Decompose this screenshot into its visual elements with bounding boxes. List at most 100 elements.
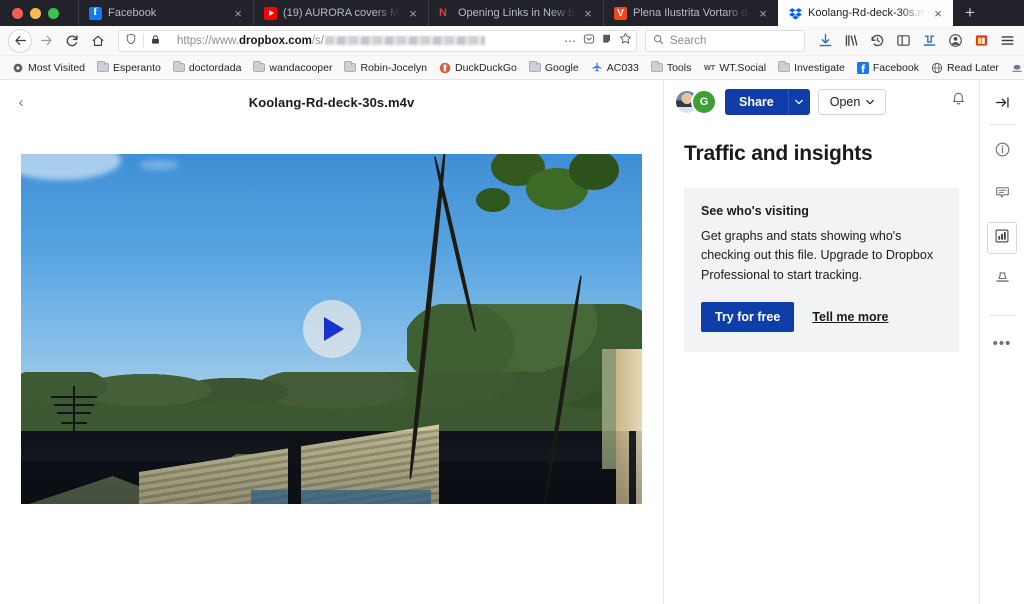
forward-button[interactable] — [34, 29, 58, 53]
browser-tab-dropbox[interactable]: Koolang-Rd-deck-30s.m4v × — [778, 0, 953, 26]
search-bar[interactable]: Search — [645, 29, 805, 52]
tell-me-more-link[interactable]: Tell me more — [812, 310, 888, 324]
page-title: Koolang-Rd-deck-30s.m4v — [248, 94, 415, 110]
library-icon[interactable] — [843, 32, 860, 49]
collapse-panel-button[interactable] — [980, 80, 1024, 124]
browser-tab-opening-links[interactable]: N Opening Links in New Browser × — [428, 0, 603, 26]
comments-button[interactable] — [987, 179, 1017, 211]
url-text: https://www. dropbox.com/s/ — [177, 35, 564, 47]
open-button[interactable]: Open — [817, 89, 887, 115]
house-eave — [602, 349, 616, 469]
bookmark-tools[interactable]: Tools — [645, 60, 698, 74]
video-player[interactable] — [21, 154, 642, 504]
folder-icon — [253, 60, 266, 74]
close-tab-button[interactable]: × — [756, 7, 770, 20]
insights-panel: G Share Open Traffic and insights See wh… — [664, 80, 979, 604]
tab-strip: Facebook × (19) AURORA covers Massive A … — [0, 0, 1024, 26]
try-for-free-button[interactable]: Try for free — [701, 302, 795, 333]
new-tab-button[interactable]: + — [953, 0, 987, 26]
more-options-button[interactable]: ••• — [987, 327, 1017, 359]
minimize-window-button[interactable] — [30, 7, 41, 19]
bookmark-label: Most Visited — [28, 61, 85, 74]
bookmark-ac033[interactable]: AC033 — [585, 62, 645, 74]
notifications-button[interactable] — [950, 91, 967, 113]
ellipsis-icon[interactable]: ⋯ — [564, 35, 577, 47]
bookmark-google[interactable]: Google — [523, 60, 585, 74]
covid-icon — [1011, 62, 1023, 74]
duckduckgo-icon — [439, 62, 451, 74]
reader-icon[interactable] — [601, 32, 613, 50]
bookmark-label: WT.Social — [719, 61, 767, 74]
play-button[interactable] — [302, 300, 361, 358]
address-bar[interactable]: https://www. dropbox.com/s/ ⋯ — [118, 29, 637, 52]
browser-tab-vortaro[interactable]: V Plena Ilustrita Vortaro de Esper × — [603, 0, 778, 26]
signature-icon — [994, 270, 1011, 292]
history-icon[interactable] — [869, 32, 886, 49]
bookmark-wt-social[interactable]: WT WT.Social — [697, 62, 772, 74]
bookmark-read-later[interactable]: Read Later — [925, 62, 1005, 74]
share-button[interactable]: Share — [725, 89, 788, 115]
reload-button[interactable] — [60, 29, 84, 53]
bookmark-label: DuckDuckGo — [455, 61, 517, 74]
bookmark-label: Facebook — [872, 61, 919, 74]
file-info-button[interactable] — [987, 136, 1017, 168]
bookmark-facebook[interactable]: Facebook — [851, 61, 925, 74]
bookmark-esperanto[interactable]: Esperanto — [91, 60, 167, 74]
share-dropdown-button[interactable] — [787, 89, 810, 115]
bookmark-label: wandacooper — [269, 61, 333, 74]
facebook-icon — [89, 6, 102, 20]
wt-icon: WT — [703, 63, 715, 72]
menu-icon[interactable] — [999, 32, 1016, 49]
comment-icon — [994, 184, 1011, 206]
folder-icon — [97, 60, 109, 74]
star-icon[interactable] — [619, 32, 632, 50]
avatar[interactable]: G — [691, 89, 717, 115]
ellipsis-icon: ••• — [992, 334, 1012, 352]
bookmark-wandacooper[interactable]: wandacooper — [247, 60, 338, 74]
close-tab-button[interactable]: × — [581, 7, 595, 20]
search-input[interactable]: Search — [670, 35, 706, 47]
close-tab-button[interactable]: × — [231, 7, 245, 20]
browser-tab-facebook[interactable]: Facebook × — [78, 0, 253, 26]
toolbar-icons — [807, 32, 1016, 49]
downloads-icon[interactable] — [817, 32, 834, 49]
folder-icon — [778, 60, 791, 74]
bookmark-duckduckgo[interactable]: DuckDuckGo — [433, 62, 523, 74]
upsell-card: See who's visiting Get graphs and stats … — [684, 188, 959, 353]
home-button[interactable] — [86, 29, 110, 53]
file-viewer: ‹ Koolang-Rd-deck-30s.m4v — [0, 80, 664, 604]
zoom-window-button[interactable] — [48, 7, 59, 19]
browser-tab-youtube[interactable]: (19) AURORA covers Massive A × — [253, 0, 428, 26]
ublock-icon[interactable] — [921, 32, 938, 49]
bookmark-investigate[interactable]: Investigate — [772, 60, 851, 74]
upsell-body: Get graphs and stats showing who's check… — [701, 229, 934, 282]
account-icon[interactable] — [947, 32, 964, 49]
pocket-icon[interactable] — [583, 32, 595, 50]
bookmark-robin-jocelyn[interactable]: Robin-Jocelyn — [338, 60, 433, 74]
bookmark-label: Read Later — [946, 61, 999, 74]
dropbox-icon — [789, 7, 802, 20]
close-tab-button[interactable]: × — [406, 7, 420, 20]
extension-icon[interactable] — [973, 32, 990, 49]
share-button-group: Share — [725, 89, 810, 115]
cloud — [139, 160, 179, 170]
avatar-group: G — [674, 89, 717, 115]
shield-icon[interactable] — [125, 32, 137, 50]
close-window-button[interactable] — [12, 7, 23, 19]
back-button[interactable] — [8, 28, 32, 53]
close-tab-button[interactable]: × — [931, 7, 945, 20]
youtube-icon — [264, 6, 277, 20]
viewer-header: ‹ Koolang-Rd-deck-30s.m4v — [0, 80, 663, 124]
padlock-icon[interactable] — [150, 32, 161, 50]
open-button-label: Open — [829, 95, 861, 109]
bookmark-doctordada[interactable]: doctordada — [167, 60, 248, 74]
bookmark-most-visited[interactable]: Most Visited — [6, 62, 91, 74]
bookmark-covid-19[interactable]: COVID-19 — [1005, 62, 1024, 74]
leaf-cluster — [476, 188, 510, 212]
url-domain: dropbox.com — [239, 34, 312, 47]
url-divider-2 — [167, 34, 171, 47]
sidebar-icon[interactable] — [895, 32, 912, 49]
signature-button[interactable] — [987, 265, 1017, 297]
address-bar-actions: ⋯ — [564, 32, 632, 50]
insights-button[interactable] — [987, 222, 1017, 254]
